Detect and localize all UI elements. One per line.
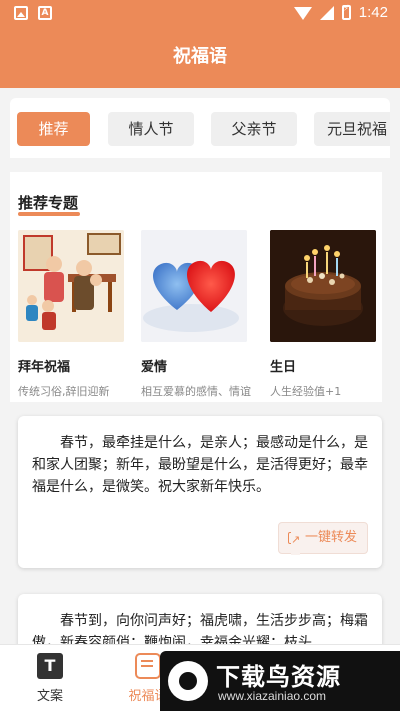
card-description: 人生经验值+1 xyxy=(270,385,342,398)
forward-label: 一键转发 xyxy=(304,530,357,545)
hearts-image xyxy=(141,230,247,342)
blessing-text: 春节到，向你问声好；福虎啸，生活步步高；梅霜傲，新春容颜俏；鞭炮闹，幸福金光耀；… xyxy=(32,613,368,646)
birthday-cake-image xyxy=(270,230,376,342)
family-new-year-image xyxy=(18,230,124,342)
card-title: 爱情 xyxy=(141,360,168,375)
featured-card-new-year[interactable]: 拜年祝福 传统习俗,辞旧迎新 xyxy=(18,230,126,399)
status-bar: A 1:42 xyxy=(0,0,400,28)
featured-section: 推荐专题 拜年祝福 传统习俗,辞旧迎新 爱情 相互爱慕的感情、情谊 生日 人生经… xyxy=(10,172,382,402)
image-notification-icon xyxy=(14,6,28,20)
watermark-overlay: 下载鸟资源 www.xiazainiao.com xyxy=(160,651,400,711)
text-doc-icon: T xyxy=(37,653,63,679)
blessing-text: 春节，最牵挂是什么，是亲人；最感动是什么，是和家人团聚；新年，最盼望是什么，是活… xyxy=(32,435,368,495)
watermark-logo-icon xyxy=(168,661,208,701)
card-title: 拜年祝福 xyxy=(18,360,71,375)
category-tabs: 推荐 情人节 父亲节 元旦祝福 xyxy=(10,98,390,158)
wifi-icon xyxy=(293,7,312,20)
a-notification-icon: A xyxy=(38,6,52,20)
card-description: 传统习俗,辞旧迎新 xyxy=(18,385,110,398)
page-title: 祝福语 xyxy=(0,28,400,88)
card-description: 相互爱慕的感情、情谊 xyxy=(141,385,251,398)
share-icon xyxy=(288,525,301,555)
card-title: 生日 xyxy=(270,360,297,375)
watermark-url: www.xiazainiao.com xyxy=(218,689,327,703)
watermark-title: 下载鸟资源 xyxy=(216,663,341,691)
featured-card-birthday[interactable]: 生日 人生经验值+1 xyxy=(270,230,378,399)
tab-new-year[interactable]: 元旦祝福 xyxy=(314,112,390,146)
blessing-card: 春节，最牵挂是什么，是亲人；最感动是什么，是和家人团聚；新年，最盼望是什么，是活… xyxy=(18,416,382,568)
nav-copywriting[interactable]: T 文案 xyxy=(15,653,85,704)
tab-recommend[interactable]: 推荐 xyxy=(17,112,90,146)
chat-bubble-icon xyxy=(135,653,161,679)
tab-valentines[interactable]: 情人节 xyxy=(108,112,194,146)
section-title: 推荐专题 xyxy=(18,194,79,212)
battery-charging-icon xyxy=(341,4,351,20)
featured-card-love[interactable]: 爱情 相互爱慕的感情、情谊 xyxy=(141,230,251,399)
tab-fathers-day[interactable]: 父亲节 xyxy=(211,112,297,146)
signal-icon xyxy=(319,5,334,20)
forward-button[interactable]: 一键转发 xyxy=(278,522,368,555)
clock: 1:42 xyxy=(358,4,388,21)
nav-label: 文案 xyxy=(36,689,63,704)
section-underline xyxy=(18,212,80,216)
